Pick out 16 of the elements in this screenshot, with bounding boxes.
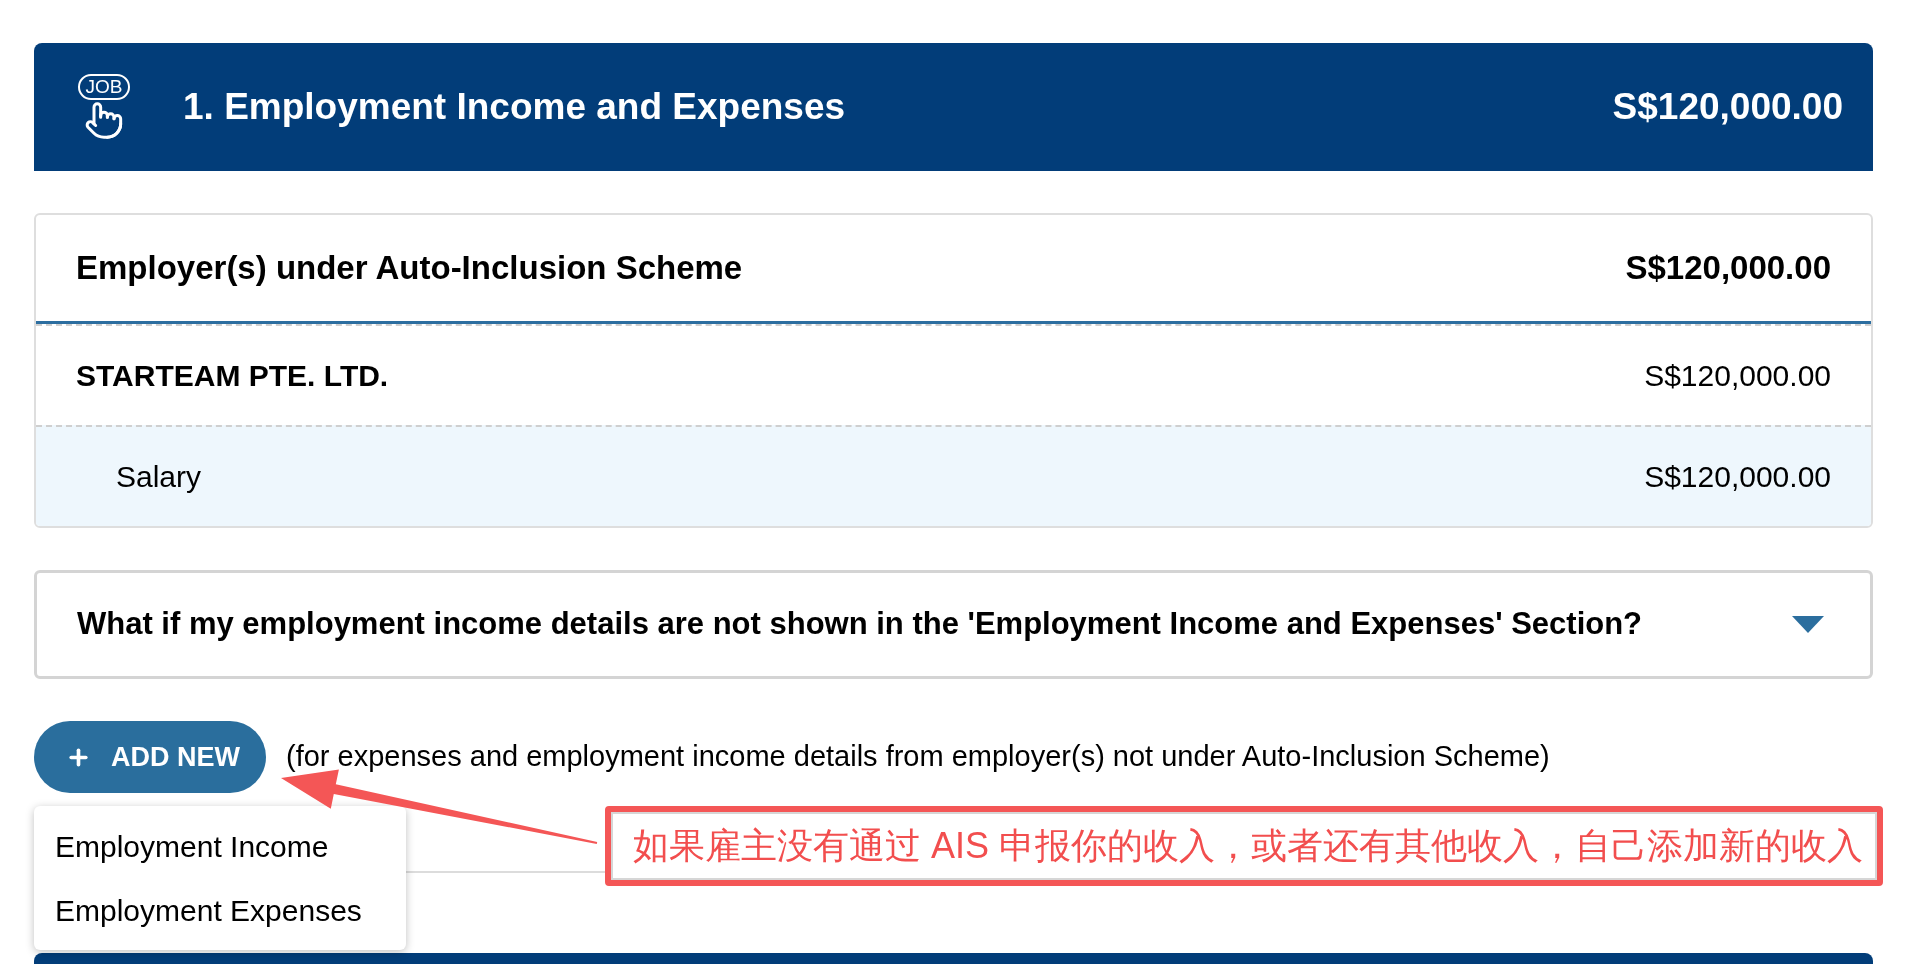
section-total: S$120,000.00 xyxy=(1612,85,1843,130)
section-title: 1. Employment Income and Expenses xyxy=(183,85,846,130)
add-new-button[interactable]: ADD NEW xyxy=(34,721,266,793)
employer-name: STARTEAM PTE. LTD. xyxy=(76,358,389,394)
pointing-hand-icon xyxy=(84,99,124,141)
income-item-label: Salary xyxy=(116,459,202,495)
add-new-note: (for expenses and employment income details from employer(s) not under Auto-Inclusion Scheme) xyxy=(286,739,1550,775)
menu-item[interactable]: Employment Income xyxy=(34,814,406,878)
card-total: S$120,000.00 xyxy=(1625,248,1831,289)
card-title: Employer(s) under Auto-Inclusion Scheme xyxy=(76,248,743,289)
employer-amount: S$120,000.00 xyxy=(1644,358,1831,394)
logo-text: JOB xyxy=(77,73,131,100)
faq-accordion[interactable]: What if my employment income details are not shown in the 'Employment Income and Expenses' Section? xyxy=(34,570,1873,679)
annotation-text: 如果雇主没有通过 AIS 申报你的收入，或者还有其他收入，自己添加新的收入 xyxy=(633,824,1864,868)
menu-item[interactable]: Employment Expenses xyxy=(34,878,406,942)
income-item-amount: S$120,000.00 xyxy=(1644,459,1831,495)
